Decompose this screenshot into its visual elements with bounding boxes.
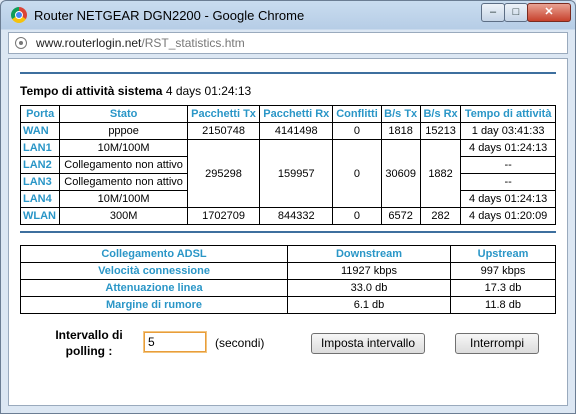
downstream-value: 11927 kbps (287, 262, 451, 280)
table-row: LAN1 10M/100M 295298 159957 0 30609 1882… (19, 139, 556, 208)
polling-interval-input[interactable] (144, 332, 206, 352)
col-header: Downstream (287, 245, 451, 263)
col-header: Pacchetti Tx (186, 105, 261, 123)
col-header: B/s Tx (380, 105, 421, 123)
port-stats-table: Porta Stato Pacchetti Tx Pacchetti Rx Co… (19, 105, 556, 225)
bps-tx: 1818 (380, 122, 421, 140)
divider (20, 231, 556, 233)
url-text: www.routerlogin.net/RST_statistics.htm (36, 36, 245, 50)
adsl-header-row: Collegamento ADSL Downstream Upstream (20, 245, 556, 263)
adsl-table: Collegamento ADSL Downstream Upstream Ve… (20, 245, 556, 314)
rx-packets: 4141498 (259, 122, 334, 140)
port-uptime: 4 days 01:24:13 (460, 190, 556, 208)
page-content: Tempo di attività sistema 4 days 01:24:1… (8, 58, 568, 406)
polling-label-line: polling : (65, 344, 113, 358)
col-header: Upstream (450, 245, 556, 263)
port-name: LAN1 (19, 139, 61, 157)
set-interval-button[interactable]: Imposta intervallo (311, 333, 425, 354)
adsl-metric: Attenuazione linea (20, 279, 288, 297)
rx-packets: 844332 (259, 207, 334, 225)
stats-header-row: Porta Stato Pacchetti Tx Pacchetti Rx Co… (19, 105, 556, 123)
port-status: Collegamento non attivo (59, 156, 188, 174)
url-path: /RST_statistics.htm (141, 36, 245, 50)
col-header: Stato (59, 105, 188, 123)
port-status: Collegamento non attivo (59, 173, 188, 191)
table-row: WAN pppoe 2150748 4141498 0 1818 15213 1… (19, 122, 556, 140)
col-header: Porta (19, 105, 61, 123)
bps-tx: 30609 (380, 139, 421, 208)
upstream-value: 17.3 db (450, 279, 556, 297)
port-name: LAN3 (19, 173, 61, 191)
port-uptime: -- (460, 156, 556, 174)
downstream-value: 6.1 db (287, 296, 451, 314)
collisions: 0 (332, 122, 382, 140)
collisions: 0 (332, 207, 382, 225)
page-icon (15, 37, 27, 49)
rx-packets: 159957 (259, 139, 334, 208)
seconds-unit: (secondi) (215, 336, 265, 350)
browser-window: Router NETGEAR DGN2200 - Google Chrome –… (0, 0, 576, 414)
port-status: pppoe (59, 122, 188, 140)
port-name: WLAN (19, 207, 61, 225)
bps-tx: 6572 (380, 207, 421, 225)
port-name: WAN (19, 122, 61, 140)
port-uptime: 4 days 01:24:13 (460, 139, 556, 157)
port-status: 10M/100M (59, 139, 188, 157)
col-header: Collegamento ADSL (20, 245, 288, 263)
polling-interval-label: Intervallo di polling : (49, 327, 129, 359)
uptime-value: 4 days 01:24:13 (165, 84, 252, 98)
port-uptime: 1 day 03:41:33 (460, 122, 556, 140)
address-bar[interactable]: www.routerlogin.net/RST_statistics.htm (8, 32, 568, 54)
table-row: WLAN 300M 1702709 844332 0 6572 282 4 da… (19, 207, 556, 225)
table-row: Attenuazione linea 33.0 db 17.3 db (20, 279, 556, 297)
polling-label-line: Intervallo di (55, 328, 123, 342)
bps-rx: 1882 (419, 139, 462, 208)
tx-packets: 1702709 (186, 207, 261, 225)
adsl-metric: Margine di rumore (20, 296, 288, 314)
downstream-value: 33.0 db (287, 279, 451, 297)
collisions: 0 (332, 139, 382, 208)
col-header: Tempo di attività (460, 105, 556, 123)
window-title: Router NETGEAR DGN2200 - Google Chrome (34, 8, 305, 23)
bps-rx: 15213 (419, 122, 462, 140)
col-header: Conflitti (332, 105, 382, 123)
uptime-label: Tempo di attività sistema (20, 84, 163, 98)
minimize-button[interactable]: – (481, 3, 505, 22)
port-name: LAN4 (19, 190, 61, 208)
port-status: 10M/100M (59, 190, 188, 208)
port-name: LAN2 (19, 156, 61, 174)
system-uptime: Tempo di attività sistema 4 days 01:24:1… (20, 84, 251, 98)
table-row: Velocità connessione 11927 kbps 997 kbps (20, 262, 556, 280)
upstream-value: 997 kbps (450, 262, 556, 280)
chrome-logo-icon (11, 7, 27, 23)
url-domain: www.routerlogin.net (36, 36, 142, 50)
col-header: Pacchetti Rx (259, 105, 334, 123)
col-header: B/s Rx (419, 105, 462, 123)
table-row: Margine di rumore 6.1 db 11.8 db (20, 296, 556, 314)
upstream-value: 11.8 db (450, 296, 556, 314)
close-button[interactable]: ✕ (527, 3, 571, 22)
divider (20, 72, 556, 74)
maximize-button[interactable]: □ (504, 3, 528, 22)
title-bar: Router NETGEAR DGN2200 - Google Chrome –… (1, 1, 575, 29)
port-uptime: 4 days 01:20:09 (460, 207, 556, 225)
adsl-metric: Velocità connessione (20, 262, 288, 280)
tx-packets: 2150748 (186, 122, 261, 140)
bps-rx: 282 (419, 207, 462, 225)
port-uptime: -- (460, 173, 556, 191)
port-status: 300M (59, 207, 188, 225)
tx-packets: 295298 (186, 139, 261, 208)
stop-button[interactable]: Interrompi (455, 333, 539, 354)
